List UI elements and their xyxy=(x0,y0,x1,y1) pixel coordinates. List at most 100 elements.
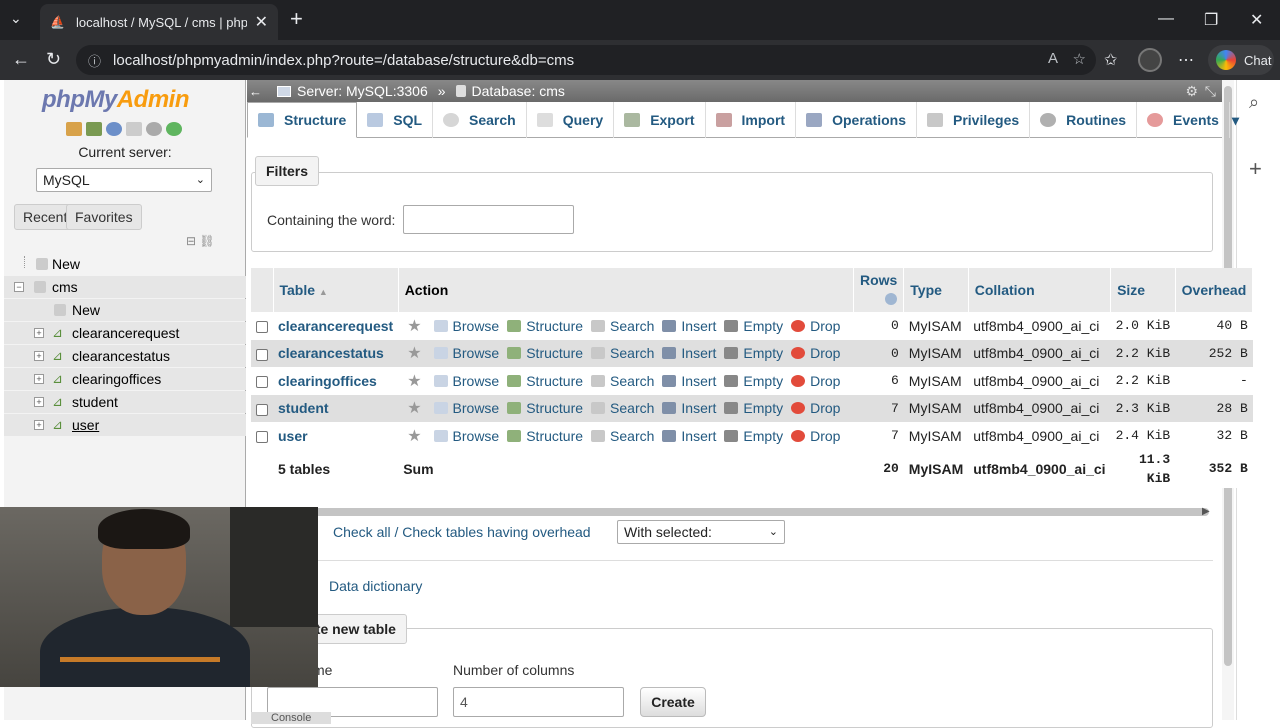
expand-icon[interactable]: + xyxy=(34,374,44,384)
help-icon[interactable] xyxy=(106,122,122,136)
row-checkbox[interactable] xyxy=(256,403,268,416)
settings-icon[interactable] xyxy=(146,122,162,136)
table-name-link[interactable]: clearancestatus xyxy=(273,339,399,367)
overhead-cell[interactable]: 40 B xyxy=(1175,312,1253,340)
table-structure-icon[interactable]: ⊿ xyxy=(52,371,63,387)
minimize-panel-icon[interactable]: ⤡ xyxy=(1205,83,1216,100)
browse-action-link[interactable]: Browse xyxy=(433,428,499,444)
favorite-star-icon[interactable]: ★ xyxy=(407,428,421,445)
browse-action-link[interactable]: Browse xyxy=(433,318,499,334)
table-structure-icon[interactable]: ⊿ xyxy=(52,417,63,433)
close-tab-icon[interactable]: ✕ xyxy=(255,12,268,32)
size-cell[interactable]: 2.4 KiB xyxy=(1110,422,1176,450)
restore-icon[interactable]: ❐ xyxy=(1204,10,1218,30)
search-action-link[interactable]: Search xyxy=(591,373,654,389)
tab-search[interactable]: Search xyxy=(433,102,527,138)
insert-action-link[interactable]: Insert xyxy=(662,318,716,334)
expand-icon[interactable]: + xyxy=(34,328,44,338)
overhead-column-header[interactable]: Overhead xyxy=(1175,268,1254,312)
collation-column-header[interactable]: Collation xyxy=(968,268,1112,312)
window-close-icon[interactable]: ✕ xyxy=(1250,10,1263,30)
drop-action-link[interactable]: Drop xyxy=(791,345,840,361)
reload-icon[interactable]: ↻ xyxy=(46,49,61,70)
tab-import[interactable]: Import xyxy=(706,102,797,138)
tree-table-clearingoffices[interactable]: + ⊿ clearingoffices xyxy=(4,368,246,390)
search-icon[interactable]: ⌕ xyxy=(1249,92,1259,113)
gear-icon[interactable]: ⚙ xyxy=(1185,83,1198,100)
empty-action-link[interactable]: Empty xyxy=(724,400,783,416)
breadcrumb-server[interactable]: Server: MySQL:3306 xyxy=(297,83,428,99)
browser-tab[interactable]: ⛵ localhost / MySQL / cms | phpMyA ✕ xyxy=(40,4,278,40)
search-action-link[interactable]: Search xyxy=(591,318,654,334)
table-structure-icon[interactable]: ⊿ xyxy=(52,325,63,341)
size-cell[interactable]: 2.0 KiB xyxy=(1110,312,1176,340)
empty-action-link[interactable]: Empty xyxy=(724,345,783,361)
table-name-link[interactable]: student xyxy=(273,394,399,422)
back-icon[interactable]: ← xyxy=(12,49,30,70)
tab-query[interactable]: Query xyxy=(527,102,615,138)
drop-action-link[interactable]: Drop xyxy=(791,373,840,389)
drop-action-link[interactable]: Drop xyxy=(791,318,840,334)
structure-action-link[interactable]: Structure xyxy=(507,428,583,444)
table-structure-icon[interactable]: ⊿ xyxy=(52,348,63,364)
favorites-button[interactable]: Favorites xyxy=(66,204,142,230)
structure-action-link[interactable]: Structure xyxy=(507,318,583,334)
tree-table-clearancestatus[interactable]: + ⊿ clearancestatus xyxy=(4,345,246,367)
favorite-star-icon[interactable]: ★ xyxy=(407,318,421,335)
copilot-chat-button[interactable]: Chat xyxy=(1208,45,1274,75)
tab-routines[interactable]: Routines xyxy=(1030,102,1138,138)
search-action-link[interactable]: Search xyxy=(591,345,654,361)
tab-operations[interactable]: Operations xyxy=(796,102,917,138)
collapse-nav-icon[interactable]: ← xyxy=(249,84,265,99)
insert-action-link[interactable]: Insert xyxy=(662,345,716,361)
size-cell[interactable]: 2.2 KiB xyxy=(1110,339,1176,367)
favorite-star-icon[interactable]: ★ xyxy=(407,373,421,390)
num-columns-input[interactable]: 4 xyxy=(453,687,624,717)
reload-nav-icon[interactable] xyxy=(166,122,182,136)
horizontal-scrollbar[interactable] xyxy=(251,508,1209,516)
overhead-cell[interactable]: 252 B xyxy=(1175,339,1253,367)
browse-action-link[interactable]: Browse xyxy=(433,373,499,389)
filter-input[interactable] xyxy=(403,205,574,234)
size-column-header[interactable]: Size xyxy=(1110,268,1176,312)
search-action-link[interactable]: Search xyxy=(591,400,654,416)
tree-table-user[interactable]: + ⊿ user xyxy=(4,414,246,436)
table-name-link[interactable]: clearancerequest xyxy=(273,312,399,340)
expand-icon[interactable]: + xyxy=(34,420,44,430)
create-button[interactable]: Create xyxy=(640,687,706,717)
structure-action-link[interactable]: Structure xyxy=(507,345,583,361)
read-aloud-icon[interactable]: A xyxy=(1048,50,1058,67)
size-cell[interactable]: 2.3 KiB xyxy=(1110,394,1176,422)
minimize-icon[interactable]: — xyxy=(1158,10,1174,28)
browse-action-link[interactable]: Browse xyxy=(433,345,499,361)
check-all-link[interactable]: Check all / Check tables having overhead xyxy=(333,524,591,540)
table-structure-icon[interactable]: ⊿ xyxy=(52,394,63,410)
table-name-link[interactable]: clearingoffices xyxy=(273,367,399,395)
tab-sql[interactable]: SQL xyxy=(357,102,434,138)
collapse-db-icon[interactable]: − xyxy=(14,282,24,292)
browse-action-link[interactable]: Browse xyxy=(433,400,499,416)
site-info-icon[interactable]: ⓘ xyxy=(88,51,101,70)
tab-events[interactable]: Events xyxy=(1137,102,1230,138)
tabs-more[interactable]: ▾ xyxy=(1230,102,1241,138)
link-with-main-icon[interactable]: ⛓ xyxy=(199,234,214,248)
home-icon[interactable] xyxy=(66,122,82,136)
favorite-star-icon[interactable]: ★ xyxy=(407,345,421,362)
size-cell[interactable]: 2.2 KiB xyxy=(1110,367,1176,395)
console-toggle[interactable]: Console xyxy=(251,712,331,724)
favorite-star-icon[interactable]: ☆ xyxy=(1073,50,1086,68)
data-dictionary-link[interactable]: Data dictionary xyxy=(329,578,422,594)
tab-list-icon[interactable]: ⌄ xyxy=(10,10,22,27)
empty-action-link[interactable]: Empty xyxy=(724,428,783,444)
phpmyadmin-logo[interactable]: phpMyAdmin xyxy=(42,86,190,114)
table-name-link[interactable]: user xyxy=(273,422,399,450)
profile-avatar[interactable] xyxy=(1138,48,1162,72)
favorites-bar-icon[interactable]: ✩ xyxy=(1104,50,1117,70)
rows-column-header[interactable]: Rows xyxy=(853,268,905,312)
insert-action-link[interactable]: Insert xyxy=(662,400,716,416)
drop-action-link[interactable]: Drop xyxy=(791,400,840,416)
expand-icon[interactable]: + xyxy=(34,397,44,407)
collapse-all-icon[interactable]: ⊟ xyxy=(186,234,196,248)
structure-action-link[interactable]: Structure xyxy=(507,400,583,416)
docs-icon[interactable] xyxy=(126,122,142,136)
